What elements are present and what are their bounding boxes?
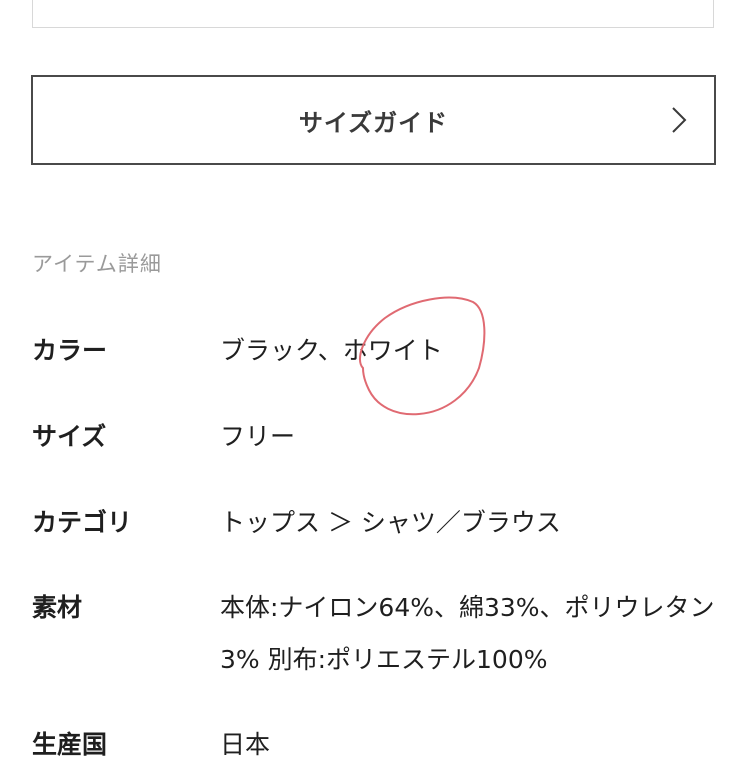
detail-row-country: 生産国 日本 bbox=[32, 719, 722, 771]
previous-field-box bbox=[32, 0, 714, 28]
size-guide-button[interactable]: サイズガイド bbox=[31, 75, 716, 165]
detail-row-material: 素材 本体:ナイロン64%、綿33%、ポリウレタン3% 別布:ポリエステル100… bbox=[32, 582, 722, 686]
detail-row-color: カラー ブラック、ホワイト bbox=[32, 325, 722, 377]
detail-value: トップス ＞ シャツ／ブラウス bbox=[220, 508, 561, 537]
detail-label: カラー bbox=[32, 336, 108, 365]
item-details-title: アイテム詳細 bbox=[32, 252, 162, 276]
chevron-right-icon bbox=[672, 107, 687, 133]
size-guide-label: サイズガイド bbox=[298, 108, 449, 137]
detail-value: ブラック、ホワイト bbox=[220, 336, 443, 365]
detail-row-size: サイズ フリー bbox=[32, 411, 722, 463]
detail-value: フリー bbox=[220, 422, 296, 451]
detail-label: 素材 bbox=[32, 593, 83, 622]
detail-label: カテゴリ bbox=[32, 508, 133, 537]
detail-value: 本体:ナイロン64%、綿33%、ポリウレタン3% 別布:ポリエステル100% bbox=[220, 593, 715, 674]
detail-value: 日本 bbox=[220, 730, 271, 759]
detail-label: 生産国 bbox=[32, 730, 108, 759]
detail-row-category: カテゴリ トップス ＞ シャツ／ブラウス bbox=[32, 497, 722, 549]
detail-label: サイズ bbox=[32, 422, 107, 451]
